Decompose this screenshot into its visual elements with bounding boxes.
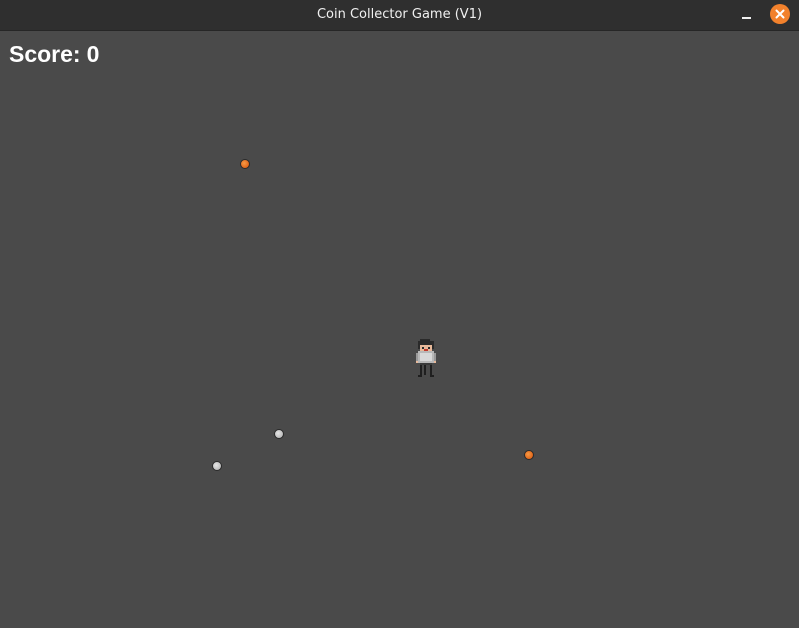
silver-coin xyxy=(212,461,222,471)
game-canvas[interactable]: Score: 0 xyxy=(0,31,799,628)
title-bar[interactable]: Coin Collector Game (V1) xyxy=(0,0,799,31)
minimize-button[interactable] xyxy=(738,8,754,22)
score-label: Score: xyxy=(9,41,81,67)
silver-coin xyxy=(274,429,284,439)
player-character xyxy=(416,339,436,377)
game-window: Coin Collector Game (V1) Score: 0 xyxy=(0,0,799,628)
gold-coin xyxy=(524,450,534,460)
window-title: Coin Collector Game (V1) xyxy=(316,7,483,22)
close-icon xyxy=(775,9,785,19)
score-display: Score: 0 xyxy=(9,40,99,68)
close-button[interactable] xyxy=(770,4,790,24)
gold-coin xyxy=(240,159,250,169)
minimize-icon xyxy=(742,17,751,19)
score-value: 0 xyxy=(86,41,100,67)
